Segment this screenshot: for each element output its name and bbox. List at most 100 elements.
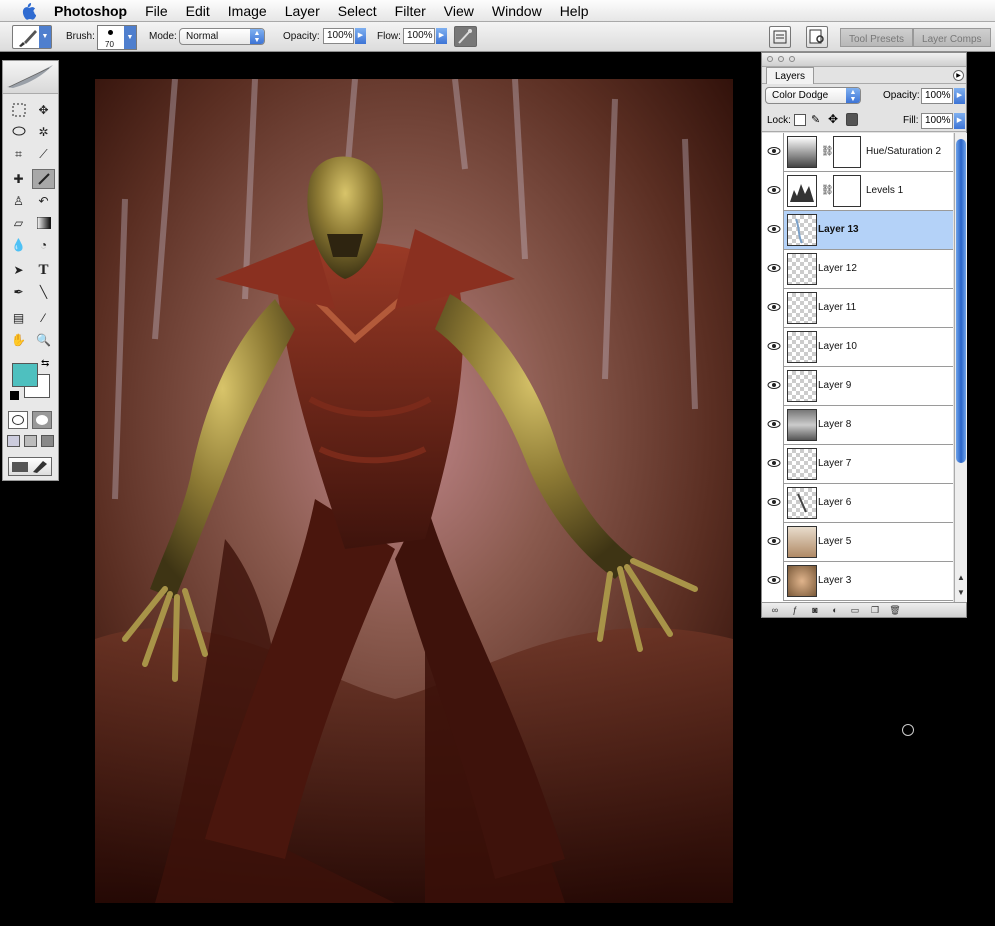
menu-file[interactable]: File	[136, 3, 177, 19]
zoom-icon[interactable]	[789, 56, 795, 62]
screen-mode-full-menu-icon[interactable]	[24, 435, 37, 447]
tab-layers[interactable]: Layers	[766, 67, 815, 84]
menu-app-photoshop[interactable]: Photoshop	[54, 3, 136, 19]
minimize-icon[interactable]	[778, 56, 784, 62]
pen-tool-icon[interactable]: ✒	[7, 282, 30, 302]
lock-all-icon[interactable]	[846, 113, 858, 126]
menu-select[interactable]: Select	[329, 3, 386, 19]
airbrush-toggle[interactable]	[454, 26, 477, 47]
trash-icon[interactable]: 🗑	[888, 605, 902, 616]
marquee-tool-icon[interactable]	[7, 100, 30, 120]
clone-stamp-tool-icon[interactable]: ♙	[7, 191, 30, 211]
layer-row-hue-saturation-2[interactable]: ⛓ Hue/Saturation 2	[762, 133, 953, 172]
healing-brush-tool-icon[interactable]: ✚	[7, 169, 30, 189]
standard-mode-button[interactable]	[8, 411, 28, 429]
new-group-icon[interactable]: ▭	[848, 605, 862, 616]
flow-input[interactable]: 100%	[403, 28, 435, 44]
crop-tool-icon[interactable]: ⌗	[7, 144, 30, 164]
layer-style-icon[interactable]: ƒ	[788, 605, 802, 616]
file-browser-button[interactable]	[806, 26, 828, 48]
history-brush-tool-icon[interactable]: ↶	[32, 191, 55, 211]
palette-well-button[interactable]	[769, 26, 791, 48]
magic-wand-tool-icon[interactable]: ✲	[32, 122, 55, 142]
mode-select[interactable]: Normal ▲ ▼	[179, 28, 265, 45]
menu-layer[interactable]: Layer	[276, 3, 329, 19]
layer-row-layer-10[interactable]: Layer 10	[762, 328, 953, 367]
layer-row-layer-3[interactable]: Layer 3	[762, 562, 953, 601]
jump-to-imageready-button[interactable]	[8, 457, 52, 476]
default-colors-icon[interactable]	[10, 391, 19, 400]
gradient-tool-icon[interactable]	[32, 213, 55, 233]
tab-layer-comps[interactable]: Layer Comps	[913, 28, 991, 47]
layer-row-layer-13[interactable]: Layer 13	[762, 211, 953, 250]
layer-row-layer-8[interactable]: Layer 8	[762, 406, 953, 445]
screen-mode-full-icon[interactable]	[41, 435, 54, 447]
new-adjustment-layer-icon[interactable]: ◐	[828, 605, 842, 616]
visibility-eye-icon[interactable]	[767, 380, 781, 390]
line-tool-icon[interactable]: ╲	[32, 282, 55, 302]
menu-edit[interactable]: Edit	[177, 3, 219, 19]
lock-transparency-icon[interactable]	[794, 114, 806, 126]
type-tool-icon[interactable]: T	[32, 260, 55, 280]
scroll-down-icon[interactable]: ▼	[957, 588, 965, 597]
foreground-color-swatch[interactable]	[12, 363, 38, 387]
flow-slider-arrow-icon[interactable]: ▶	[436, 28, 447, 44]
path-selection-tool-icon[interactable]: ➤	[7, 260, 30, 280]
visibility-eye-icon[interactable]	[767, 146, 781, 156]
menu-view[interactable]: View	[435, 3, 483, 19]
layer-opacity-input[interactable]: 100%	[921, 88, 953, 104]
layers-panel-titlebar[interactable]	[762, 53, 966, 67]
brush-picker[interactable]: 70 ▼	[97, 25, 137, 50]
layer-row-levels-1[interactable]: ⛓ Levels 1	[762, 172, 953, 211]
visibility-eye-icon[interactable]	[767, 575, 781, 585]
opacity-input[interactable]: 100%	[323, 28, 354, 44]
layer-row-layer-6[interactable]: Layer 6	[762, 484, 953, 523]
screen-mode-standard-icon[interactable]	[7, 435, 20, 447]
layer-row-layer-11[interactable]: Layer 11	[762, 289, 953, 328]
visibility-eye-icon[interactable]	[767, 419, 781, 429]
slice-tool-icon[interactable]: ⟋	[32, 144, 55, 164]
swap-colors-icon[interactable]: ⇆	[41, 358, 49, 369]
lock-image-icon[interactable]: ✎	[811, 113, 820, 126]
lasso-tool-icon[interactable]	[7, 122, 30, 142]
add-mask-icon[interactable]: ◙	[808, 605, 822, 616]
layer-row-layer-7[interactable]: Layer 7	[762, 445, 953, 484]
opacity-slider-arrow-icon[interactable]: ▶	[355, 28, 366, 44]
close-icon[interactable]	[767, 56, 773, 62]
eraser-tool-icon[interactable]: ▱	[7, 213, 30, 233]
scroll-up-icon[interactable]: ▲	[957, 573, 965, 582]
new-layer-icon[interactable]: ❐	[868, 605, 882, 616]
layer-opacity-arrow-icon[interactable]: ▶	[954, 88, 965, 104]
menu-filter[interactable]: Filter	[386, 3, 435, 19]
notes-tool-icon[interactable]: ▤	[7, 308, 30, 328]
link-layers-icon[interactable]: ∞	[768, 605, 782, 616]
lock-position-icon[interactable]: ✥	[828, 112, 838, 126]
layer-row-layer-5[interactable]: Layer 5	[762, 523, 953, 562]
visibility-eye-icon[interactable]	[767, 185, 781, 195]
visibility-eye-icon[interactable]	[767, 302, 781, 312]
move-tool-icon[interactable]: ✥	[32, 100, 55, 120]
layers-scrollbar[interactable]: ▲ ▼	[954, 133, 967, 602]
fill-arrow-icon[interactable]: ▶	[954, 113, 965, 129]
quick-mask-button[interactable]	[32, 411, 52, 429]
menu-image[interactable]: Image	[219, 3, 276, 19]
scrollbar-thumb[interactable]	[956, 139, 966, 463]
hand-tool-icon[interactable]: ✋	[7, 330, 30, 350]
apple-icon[interactable]	[18, 1, 38, 21]
visibility-eye-icon[interactable]	[767, 536, 781, 546]
dodge-tool-icon[interactable]: ◔	[32, 235, 55, 255]
visibility-eye-icon[interactable]	[767, 341, 781, 351]
blur-tool-icon[interactable]: 💧	[7, 235, 30, 255]
zoom-tool-icon[interactable]: 🔍	[32, 330, 55, 350]
panel-menu-icon[interactable]: ▶	[953, 70, 964, 81]
menu-help[interactable]: Help	[551, 3, 598, 19]
visibility-eye-icon[interactable]	[767, 458, 781, 468]
document-canvas[interactable]	[95, 79, 733, 903]
fill-input[interactable]: 100%	[921, 113, 953, 129]
menu-window[interactable]: Window	[483, 3, 551, 19]
tool-preset-picker[interactable]: ▼	[12, 25, 52, 49]
visibility-eye-icon[interactable]	[767, 497, 781, 507]
tab-tool-presets[interactable]: Tool Presets	[840, 28, 914, 47]
visibility-eye-icon[interactable]	[767, 224, 781, 234]
blend-mode-select[interactable]: Color Dodge ▲ ▼	[765, 87, 861, 104]
